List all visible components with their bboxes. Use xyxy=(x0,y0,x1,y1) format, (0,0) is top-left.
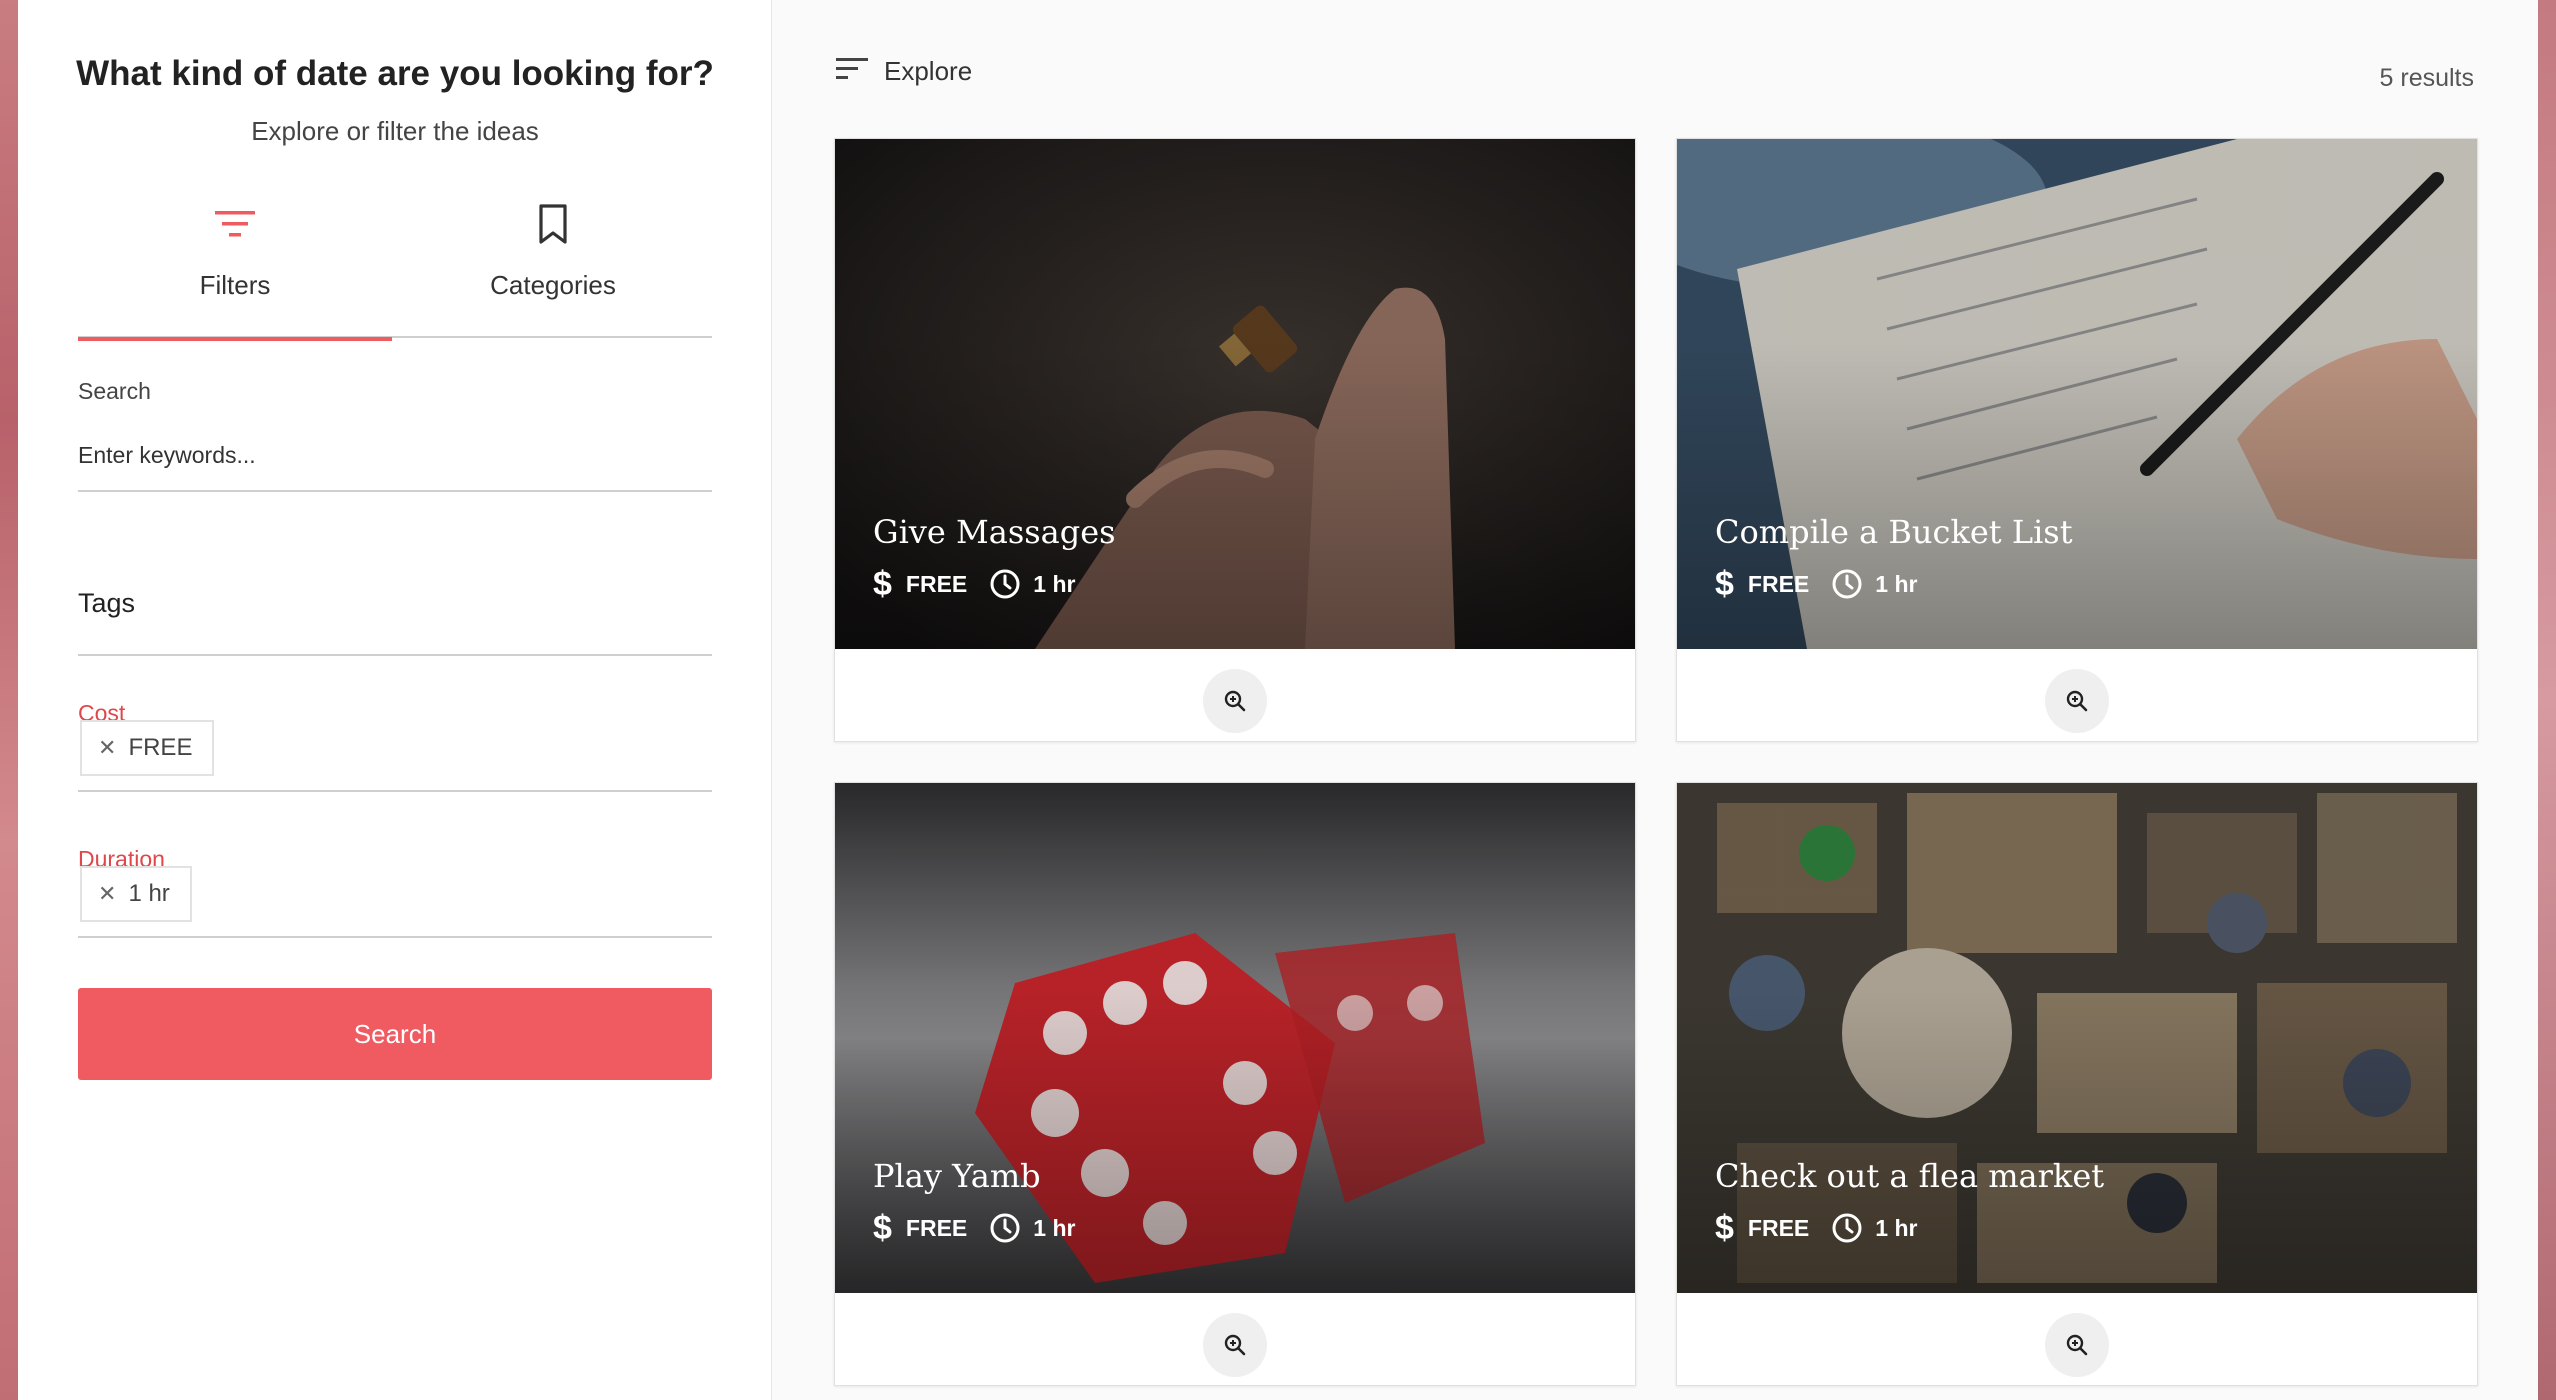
card-meta: $ FREE 1 hr xyxy=(1715,1211,1917,1245)
background-edge xyxy=(2538,0,2556,1400)
sidebar-subtitle: Explore or filter the ideas xyxy=(251,116,539,146)
search-field-label: Search xyxy=(78,378,151,404)
sidebar-title: What kind of date are you looking for? xyxy=(76,54,714,93)
cost-chip[interactable]: ✕ FREE xyxy=(80,720,215,776)
clock-icon xyxy=(1831,1212,1863,1244)
card-cost: FREE xyxy=(1747,570,1810,597)
explore-label: Explore xyxy=(884,56,973,86)
remove-chip-icon[interactable]: ✕ xyxy=(98,881,116,907)
idea-card[interactable]: Compile a Bucket List $ FREE 1 hr xyxy=(1676,138,2478,742)
zoom-in-button[interactable] xyxy=(1203,1313,1267,1377)
card-title: Play Yamb xyxy=(873,1157,1041,1195)
tab-categories[interactable]: Categories xyxy=(396,196,710,338)
card-meta: $ FREE 1 hr xyxy=(873,1211,1075,1245)
tags-label: Tags xyxy=(78,588,136,618)
clock-icon xyxy=(1831,568,1863,600)
idea-card[interactable]: Play Yamb $ FREE 1 hr xyxy=(834,782,1636,1386)
card-title: Give Massages xyxy=(873,513,1116,551)
search-button[interactable]: Search xyxy=(78,988,712,1080)
dollar-icon: $ xyxy=(1715,1209,1734,1247)
card-cost: FREE xyxy=(905,1214,968,1241)
card-title: Check out a flea market xyxy=(1715,1157,2105,1195)
sort-icon xyxy=(836,56,868,87)
card-duration: 1 hr xyxy=(1033,570,1076,597)
bookmark-icon xyxy=(538,202,568,246)
filter-icon xyxy=(215,202,255,246)
tags-field[interactable]: Tags xyxy=(78,570,712,656)
dollar-icon: $ xyxy=(1715,565,1734,603)
card-meta: $ FREE 1 hr xyxy=(1715,567,1917,601)
filter-sidebar: What kind of date are you looking for? E… xyxy=(18,0,772,1400)
zoom-in-button[interactable] xyxy=(2045,1313,2109,1377)
dollar-icon: $ xyxy=(873,1209,892,1247)
active-tab-indicator xyxy=(78,337,392,341)
clock-icon xyxy=(989,1212,1021,1244)
zoom-in-button[interactable] xyxy=(1203,669,1267,733)
card-cost: FREE xyxy=(905,570,968,597)
clock-icon xyxy=(989,568,1021,600)
tab-categories-label: Categories xyxy=(490,270,616,300)
zoom-in-icon xyxy=(1224,690,1246,712)
card-cost: FREE xyxy=(1747,1214,1810,1241)
card-duration: 1 hr xyxy=(1875,1214,1918,1241)
card-title: Compile a Bucket List xyxy=(1715,513,2073,551)
zoom-in-icon xyxy=(2066,1334,2088,1356)
card-duration: 1 hr xyxy=(1033,1214,1076,1241)
card-meta: $ FREE 1 hr xyxy=(873,567,1075,601)
dollar-icon: $ xyxy=(873,565,892,603)
search-input[interactable] xyxy=(78,420,712,492)
card-duration: 1 hr xyxy=(1875,570,1918,597)
zoom-in-button[interactable] xyxy=(2045,669,2109,733)
remove-chip-icon[interactable]: ✕ xyxy=(98,735,116,761)
idea-card[interactable]: Give Massages $ FREE 1 hr xyxy=(834,138,1636,742)
tab-filters[interactable]: Filters xyxy=(78,196,392,341)
idea-card[interactable]: Check out a flea market $ FREE 1 hr xyxy=(1676,782,2478,1386)
duration-field: Duration ✕ 1 hr xyxy=(78,846,712,938)
explore-sort-button[interactable]: Explore xyxy=(836,56,972,87)
cost-chip-label: FREE xyxy=(128,734,193,761)
duration-chip-label: 1 hr xyxy=(128,880,170,907)
sidebar-tabs: Filters Categories xyxy=(78,196,712,341)
results-count: 5 results xyxy=(2379,64,2474,92)
zoom-in-icon xyxy=(1224,1334,1246,1356)
zoom-in-icon xyxy=(2066,690,2088,712)
results-area: Explore 5 results Give Massages $ FREE 1… xyxy=(772,0,2538,1400)
tab-filters-label: Filters xyxy=(199,270,271,300)
cost-field: Cost ✕ FREE xyxy=(78,700,712,792)
duration-chip[interactable]: ✕ 1 hr xyxy=(80,866,192,922)
